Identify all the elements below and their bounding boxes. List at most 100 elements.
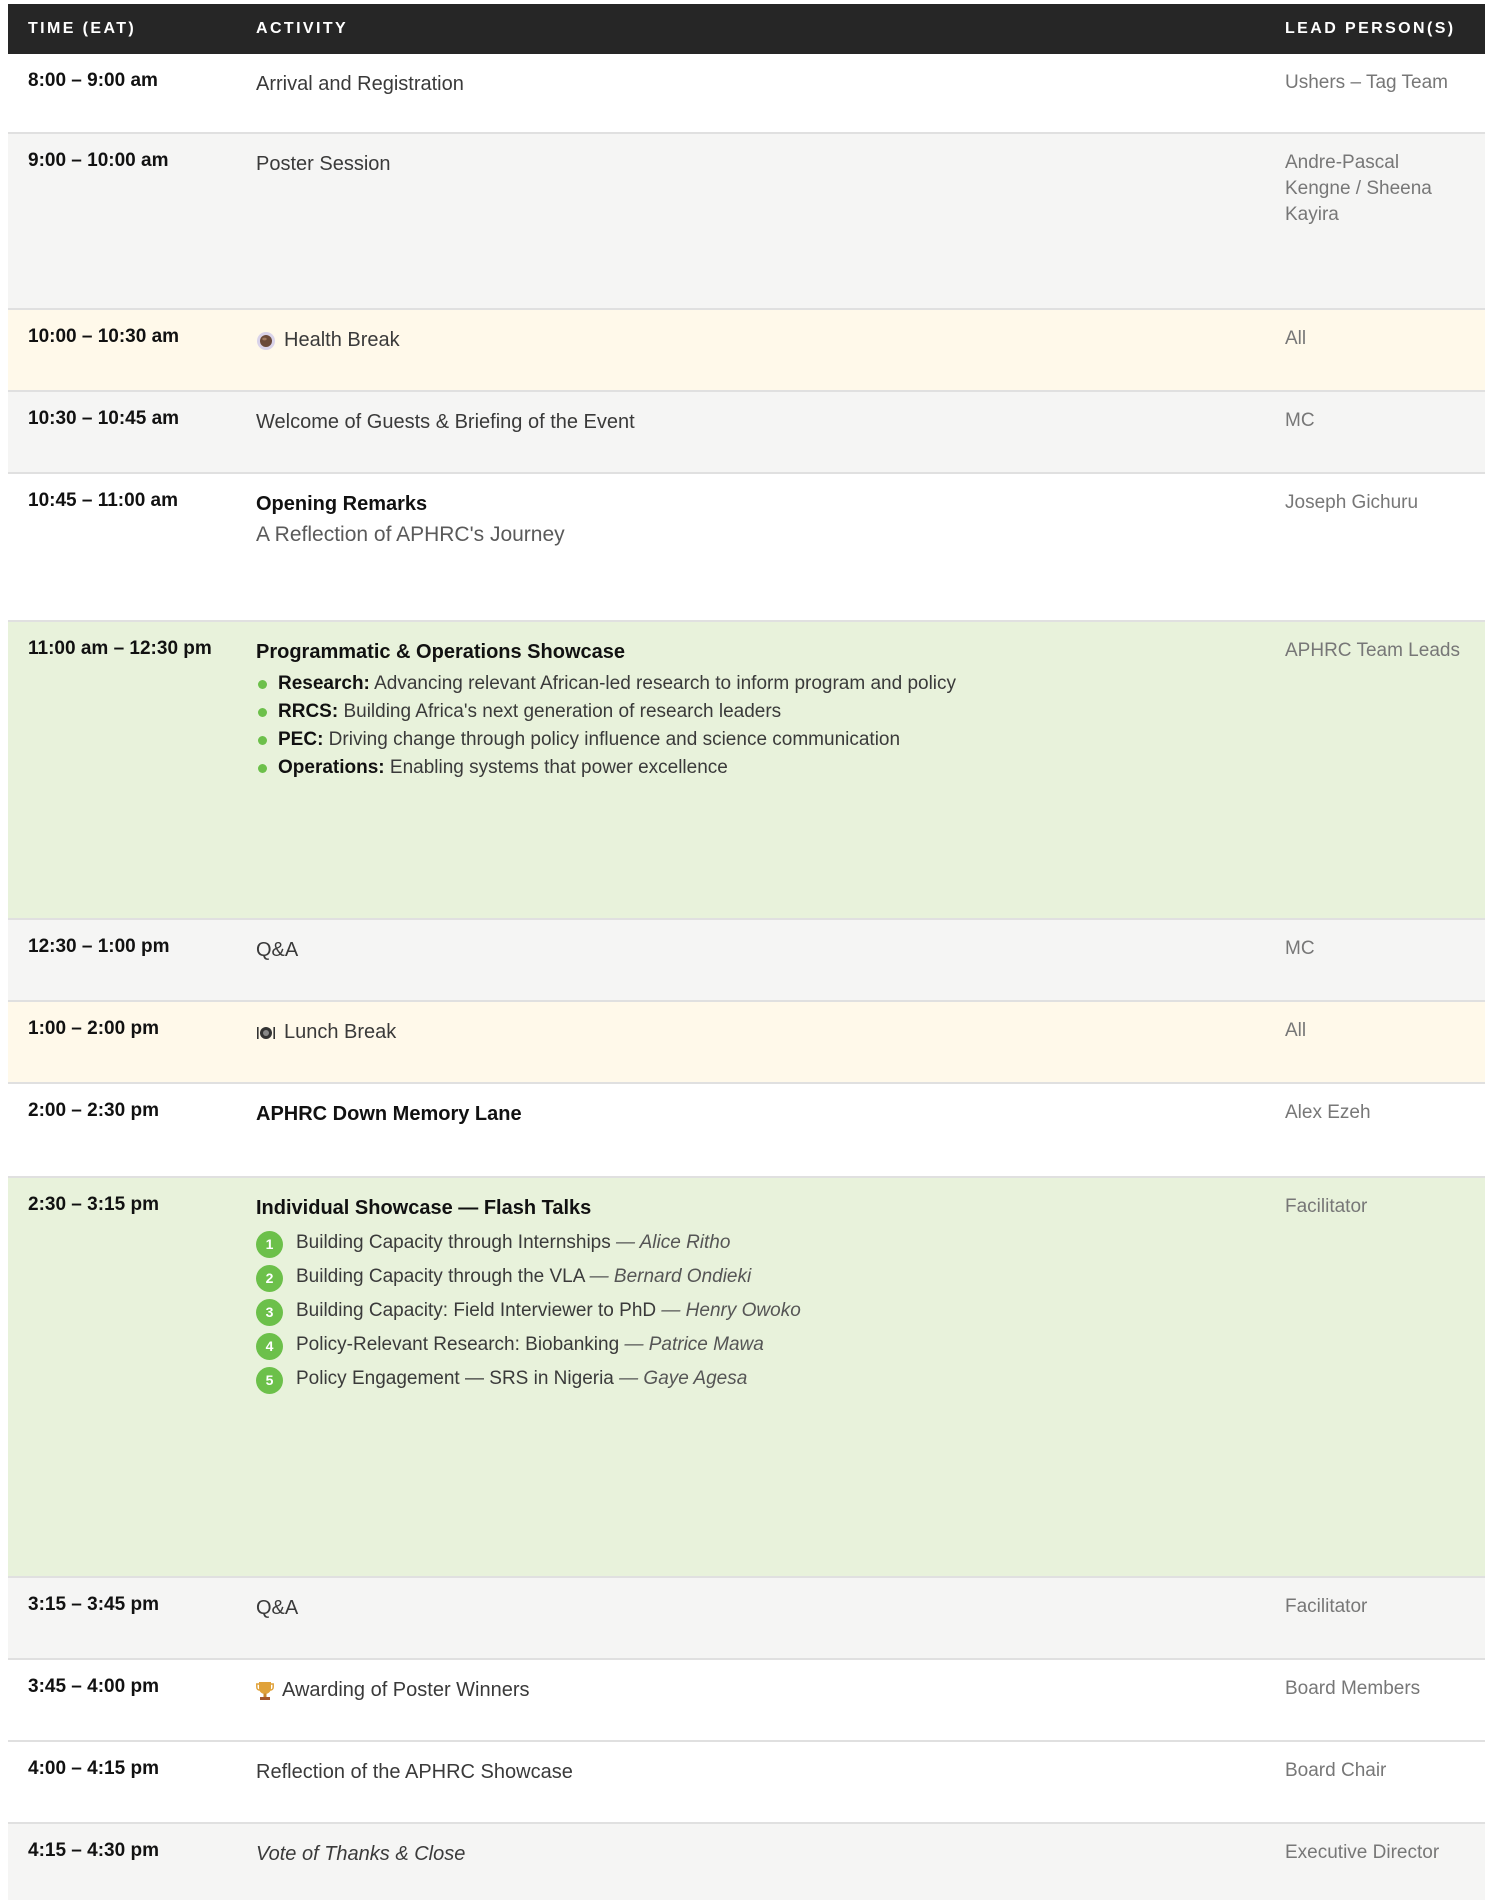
talk-speaker: — Gaye Agesa bbox=[619, 1368, 748, 1389]
row-activity: Arrival and Registration bbox=[256, 70, 1256, 98]
row-time: 3:15 – 3:45 pm bbox=[28, 1594, 159, 1615]
bullet-dot-icon bbox=[258, 736, 267, 745]
activity-title: Opening Remarks bbox=[256, 493, 428, 515]
activity-label: Awarding of Poster Winners bbox=[282, 1679, 530, 1701]
bullet-text: Enabling systems that power excellence bbox=[384, 757, 728, 778]
number-badge: 4 bbox=[256, 1333, 283, 1360]
row-time: 10:00 – 10:30 am bbox=[28, 326, 180, 347]
row-activity: Reflection of the APHRC Showcase bbox=[256, 1758, 1256, 1786]
row-time: 10:30 – 10:45 am bbox=[28, 408, 180, 429]
agenda-row: 10:00 – 10:30 am Health Break All bbox=[8, 310, 1485, 392]
talk-title: Building Capacity through the VLA bbox=[296, 1266, 585, 1287]
row-time: 4:00 – 4:15 pm bbox=[28, 1758, 159, 1779]
activity-label: Q&A bbox=[256, 1597, 299, 1619]
activity-title: Individual Showcase — Flash Talks bbox=[256, 1197, 592, 1219]
list-item: 3 Building Capacity: Field Interviewer to… bbox=[256, 1294, 1256, 1328]
activity-label: Reflection of the APHRC Showcase bbox=[256, 1761, 573, 1783]
activity-title: Programmatic & Operations Showcase bbox=[256, 641, 626, 663]
talk-speaker: — Henry Owoko bbox=[661, 1300, 801, 1321]
number-badge: 3 bbox=[256, 1299, 283, 1326]
list-item: RRCS: Building Africa's next generation … bbox=[256, 698, 1256, 726]
row-lead: Facilitator bbox=[1285, 1196, 1368, 1217]
talk-speaker: — Bernard Ondieki bbox=[589, 1266, 752, 1287]
bullet-label: RRCS: bbox=[278, 701, 339, 722]
agenda-row: 2:30 – 3:15 pm Individual Showcase — Fla… bbox=[8, 1178, 1485, 1578]
row-lead: APHRC Team Leads bbox=[1285, 640, 1460, 661]
row-time: 12:30 – 1:00 pm bbox=[28, 936, 170, 957]
agenda-row: 10:30 – 10:45 am Welcome of Guests & Bri… bbox=[8, 392, 1485, 474]
row-lead: MC bbox=[1285, 938, 1315, 959]
row-activity: Individual Showcase — Flash Talks 1 Build… bbox=[256, 1194, 1256, 1396]
row-activity: Q&A bbox=[256, 936, 1256, 964]
talk-title: Building Capacity: Field Interviewer to … bbox=[296, 1300, 657, 1321]
activity-label: Welcome of Guests & Briefing of the Even… bbox=[256, 411, 635, 433]
list-item: 5 Policy Engagement — SRS in Nigeria — Ga… bbox=[256, 1362, 1256, 1396]
trophy-icon bbox=[256, 1681, 274, 1701]
agenda-row: 1:00 – 2:00 pm Lunch Break All bbox=[8, 1002, 1485, 1084]
agenda-row: 2:00 – 2:30 pm APHRC Down Memory Lane Al… bbox=[8, 1084, 1485, 1178]
talk-title: Building Capacity through Internships bbox=[296, 1232, 611, 1253]
activity-label: Poster Session bbox=[256, 153, 391, 175]
row-time: 2:00 – 2:30 pm bbox=[28, 1100, 159, 1121]
activity-label: Vote of Thanks & Close bbox=[256, 1843, 466, 1865]
list-item: PEC: Driving change through policy influ… bbox=[256, 726, 1256, 754]
row-lead: MC bbox=[1285, 410, 1315, 431]
list-item: 2 Building Capacity through the VLA — Ber… bbox=[256, 1260, 1256, 1294]
activity-label: Arrival and Registration bbox=[256, 73, 464, 95]
row-lead: Ushers – Tag Team bbox=[1285, 72, 1448, 93]
header-activity: ACTIVITY bbox=[256, 20, 349, 37]
header-time: TIME (EAT) bbox=[28, 20, 137, 37]
agenda-row: 3:15 – 3:45 pm Q&A Facilitator bbox=[8, 1578, 1485, 1660]
row-lead: Joseph Gichuru bbox=[1285, 492, 1419, 513]
activity-label: Lunch Break bbox=[284, 1021, 397, 1043]
row-activity: Poster Session bbox=[256, 150, 1256, 178]
flash-talks-list: 1 Building Capacity through Internships —… bbox=[256, 1226, 1256, 1396]
talk-speaker: — Alice Ritho bbox=[616, 1232, 731, 1253]
row-time: 8:00 – 9:00 am bbox=[28, 70, 158, 91]
agenda-row: 4:00 – 4:15 pm Reflection of the APHRC S… bbox=[8, 1742, 1485, 1824]
row-activity: Opening Remarks A Reflection of APHRC's … bbox=[256, 490, 1256, 552]
row-time: 2:30 – 3:15 pm bbox=[28, 1194, 159, 1215]
table-header: TIME (EAT) ACTIVITY LEAD PERSON(S) bbox=[8, 4, 1485, 54]
bullet-dot-icon bbox=[258, 764, 267, 773]
row-time: 4:15 – 4:30 pm bbox=[28, 1840, 159, 1861]
row-time: 10:45 – 11:00 am bbox=[28, 490, 179, 511]
agenda-row: 12:30 – 1:00 pm Q&A MC bbox=[8, 920, 1485, 1002]
row-activity: Lunch Break bbox=[256, 1018, 1256, 1046]
row-lead: Executive Director bbox=[1285, 1842, 1440, 1863]
row-activity: Q&A bbox=[256, 1594, 1256, 1622]
activity-label: Health Break bbox=[284, 329, 400, 351]
row-lead: All bbox=[1285, 328, 1307, 349]
row-lead: Andre-Pascal Kengne / Sheena Kayira bbox=[1285, 152, 1432, 225]
list-item: Research: Advancing relevant African-led… bbox=[256, 670, 1256, 698]
row-time: 9:00 – 10:00 am bbox=[28, 150, 169, 171]
list-item: 1 Building Capacity through Internships —… bbox=[256, 1226, 1256, 1260]
row-lead: Board Members bbox=[1285, 1678, 1421, 1699]
bullet-label: PEC: bbox=[278, 729, 324, 750]
header-lead: LEAD PERSON(S) bbox=[1285, 20, 1456, 37]
bullet-label: Research: bbox=[278, 673, 370, 694]
activity-label: Q&A bbox=[256, 939, 299, 961]
coffee-icon bbox=[256, 331, 276, 351]
agenda-row: 8:00 – 9:00 am Arrival and Registration … bbox=[8, 54, 1485, 134]
talk-speaker: — Patrice Mawa bbox=[624, 1334, 764, 1355]
agenda-row: 9:00 – 10:00 am Poster Session Andre-Pas… bbox=[8, 134, 1485, 310]
row-lead: Alex Ezeh bbox=[1285, 1102, 1371, 1123]
row-time: 11:00 am – 12:30 pm bbox=[28, 638, 212, 659]
row-activity: Awarding of Poster Winners bbox=[256, 1676, 1256, 1704]
talk-title: Policy Engagement — SRS in Nigeria bbox=[296, 1368, 614, 1389]
row-lead: All bbox=[1285, 1020, 1307, 1041]
bullet-text: Building Africa's next generation of res… bbox=[338, 701, 782, 722]
bullet-dot-icon bbox=[258, 680, 267, 689]
number-badge: 1 bbox=[256, 1231, 283, 1258]
agenda-row: 11:00 am – 12:30 pm Programmatic & Opera… bbox=[8, 622, 1485, 920]
row-activity: Vote of Thanks & Close bbox=[256, 1840, 1256, 1868]
row-activity: Health Break bbox=[256, 326, 1256, 354]
agenda-table: TIME (EAT) ACTIVITY LEAD PERSON(S) 8:00 … bbox=[8, 4, 1485, 1900]
agenda-row: 4:15 – 4:30 pm Vote of Thanks & Close Ex… bbox=[8, 1824, 1485, 1900]
bullet-label: Operations: bbox=[278, 757, 385, 778]
showcase-list: Research: Advancing relevant African-led… bbox=[256, 670, 1256, 782]
activity-title: APHRC Down Memory Lane bbox=[256, 1103, 522, 1125]
talk-title: Policy-Relevant Research: Biobanking bbox=[296, 1334, 620, 1355]
bullet-text: Advancing relevant African-led research … bbox=[369, 673, 957, 694]
